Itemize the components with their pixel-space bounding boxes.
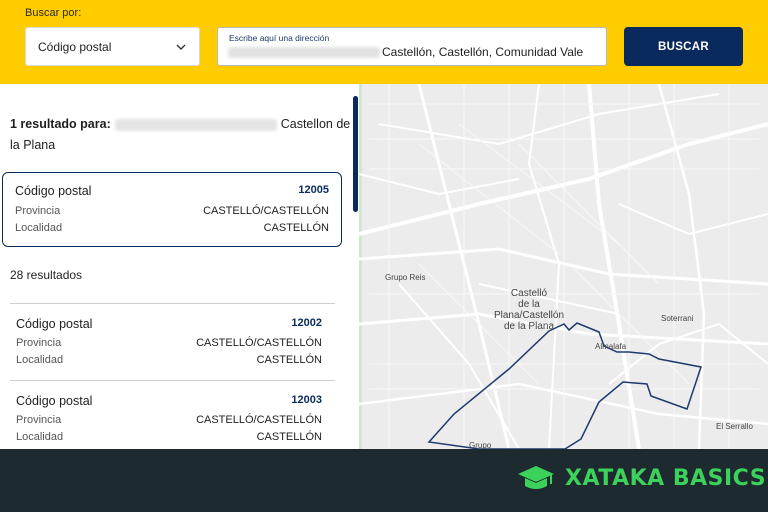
results-summary: 1 resultado para: Castellon de la Plana xyxy=(10,114,353,156)
result-postal-code: 12002 xyxy=(291,317,322,329)
map-label-city-4: de la Plana xyxy=(504,321,554,332)
map-canvas: Castelló de la Plana/Castellón de la Pla… xyxy=(359,84,768,449)
map-label-city-2: de la xyxy=(518,299,540,310)
brand-footer: XATAKA BASICS xyxy=(0,449,768,512)
graduation-cap-icon xyxy=(518,466,554,489)
result-provincia-value: CASTELLÓ/CASTELLÓN xyxy=(196,337,322,349)
result-localidad-label: Localidad xyxy=(15,222,63,234)
results-panel[interactable]: 1 resultado para: Castellon de la Plana C… xyxy=(0,84,359,449)
results-summary-prefix: 1 resultado para: xyxy=(10,117,111,131)
result-localidad-value: CASTELLÓN xyxy=(263,222,329,234)
map-labels: Castelló de la Plana/Castellón de la Pla… xyxy=(385,273,753,449)
map-label-grupo: Grupo xyxy=(469,441,492,449)
search-by-label: Buscar por: xyxy=(25,7,82,19)
search-header: Buscar por: Código postal Escribe aquí u… xyxy=(0,0,768,84)
result-localidad-value: CASTELLÓN xyxy=(256,354,322,366)
map-label-city-3: Plana/Castellón xyxy=(494,310,564,321)
brand-name: XATAKA BASICS xyxy=(565,465,767,491)
map-label-almalafa: Almalafa xyxy=(595,342,627,351)
postal-code-boundary xyxy=(427,322,702,449)
result-postal-code: 12003 xyxy=(291,394,322,406)
list-item[interactable]: Código postal 12002 Provincia CASTELLÓ/C… xyxy=(16,315,322,375)
map-label-el-serrallo: El Serrallo xyxy=(716,422,753,431)
selected-result-card[interactable]: Código postal 12005 Provincia CASTELLÓ/C… xyxy=(2,172,342,247)
search-type-value: Código postal xyxy=(38,39,112,54)
result-localidad-value: CASTELLÓN xyxy=(256,431,322,443)
map-label-soterrani: Soterrani xyxy=(661,314,694,323)
address-input-value: Castellón, Castellón, Comunidad Vale xyxy=(382,45,584,59)
result-provincia-label: Provincia xyxy=(16,414,62,426)
address-redacted xyxy=(228,47,380,58)
search-type-select[interactable]: Código postal xyxy=(25,27,200,66)
results-count: 28 resultados xyxy=(10,268,83,282)
list-item[interactable]: Código postal 12003 Provincia CASTELLÓ/C… xyxy=(16,392,322,449)
address-input-label: Escribe aquí una dirección xyxy=(229,33,330,43)
result-localidad-label: Localidad xyxy=(16,354,64,366)
brand-logo: XATAKA BASICS xyxy=(517,463,766,493)
result-postal-code: 12005 xyxy=(298,184,329,196)
result-provincia-value: CASTELLÓ/CASTELLÓN xyxy=(196,414,322,426)
chevron-down-icon xyxy=(176,44,186,50)
result-provincia-label: Provincia xyxy=(16,337,62,349)
map-label-city-1: Castelló xyxy=(511,288,548,299)
map-park-strip xyxy=(359,84,362,449)
divider xyxy=(10,380,335,381)
results-scrollbar[interactable] xyxy=(353,96,358,212)
map-view[interactable]: Castelló de la Plana/Castellón de la Pla… xyxy=(359,84,768,449)
result-title: Código postal xyxy=(16,317,93,331)
result-title: Código postal xyxy=(16,394,93,408)
search-button[interactable]: BUSCAR xyxy=(624,27,743,66)
result-localidad-label: Localidad xyxy=(16,431,64,443)
result-provincia-label: Provincia xyxy=(15,205,61,217)
address-input[interactable]: Escribe aquí una dirección Castellón, Ca… xyxy=(217,27,607,66)
result-provincia-value: CASTELLÓ/CASTELLÓN xyxy=(203,205,329,217)
result-title: Código postal xyxy=(15,184,92,198)
divider xyxy=(10,303,335,304)
query-redacted xyxy=(114,118,277,131)
map-label-grupo-reis: Grupo Reis xyxy=(385,273,425,282)
